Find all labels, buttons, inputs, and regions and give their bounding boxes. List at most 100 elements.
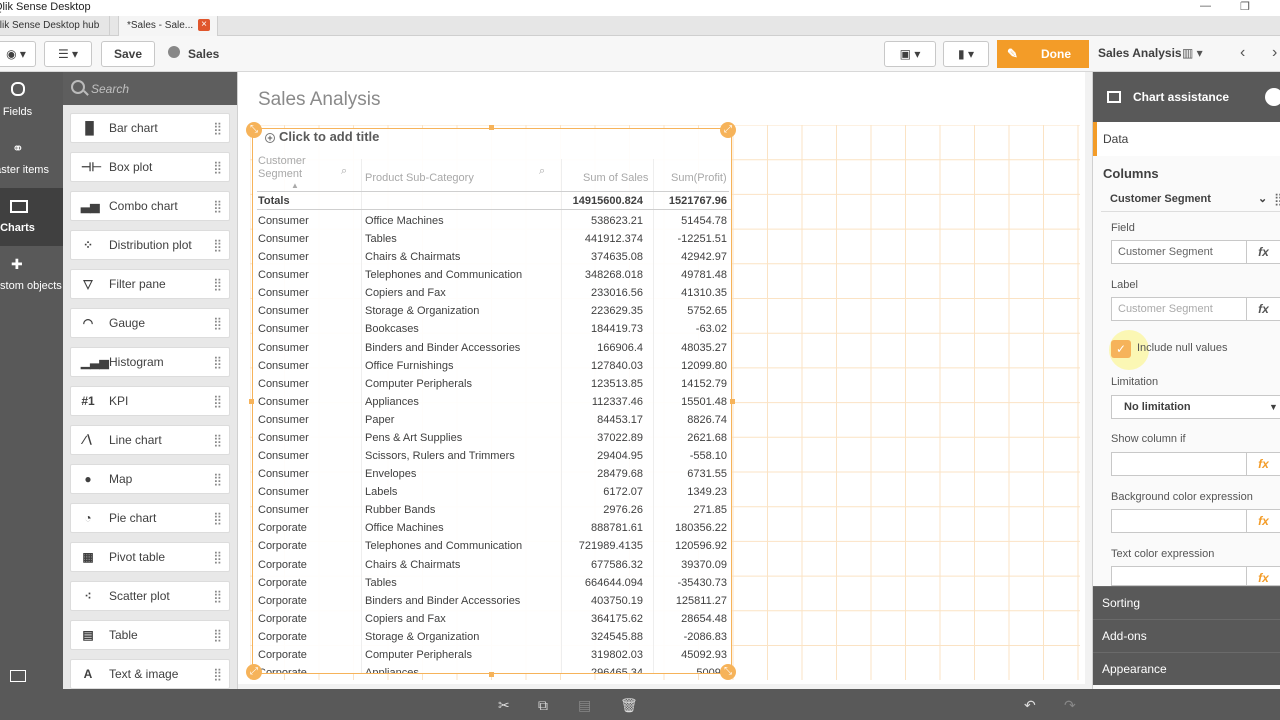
cell-segment[interactable]: Consumer (258, 375, 309, 393)
cell-subcategory[interactable]: Storage & Organization (365, 302, 479, 320)
resize-handle-bottom-left[interactable]: ⤢ (246, 664, 262, 680)
drag-handle-icon[interactable]: ⣿ (213, 270, 222, 298)
cell-segment[interactable]: Consumer (258, 339, 309, 357)
table-row[interactable]: Consumer Labels 6172.07 1349.23 (257, 483, 731, 501)
drag-handle-icon[interactable]: ⣿ (213, 153, 222, 181)
table-row[interactable]: Corporate Tables 664644.094 -35430.73 (257, 574, 731, 592)
cell-subcategory[interactable]: Computer Peripherals (365, 375, 472, 393)
table-row[interactable]: Consumer Rubber Bands 2976.26 271.85 (257, 501, 731, 519)
resize-handle-top[interactable] (489, 125, 494, 130)
cell-subcategory[interactable]: Tables (365, 230, 397, 248)
present-menu-button[interactable]: ▣ ▾ (884, 41, 936, 67)
chart-item-scatter-plot[interactable]: ⁖ Scatter plot ⣿ (70, 581, 230, 611)
drag-handle-icon[interactable]: ⣿ (213, 543, 222, 571)
sheet-name[interactable]: Sales Analysis (1098, 46, 1182, 60)
cell-segment[interactable]: Corporate (258, 574, 307, 592)
global-menu-button[interactable]: ◉ ▾ (0, 41, 36, 67)
background-color-expression-button[interactable]: fx (1247, 509, 1280, 533)
rail-custom-objects[interactable]: ✚ Custom objects (0, 246, 63, 304)
sheet-title[interactable]: Sales Analysis (258, 89, 381, 111)
chart-item-kpi[interactable]: #1 KPI ⣿ (70, 386, 230, 416)
chevron-down-icon[interactable]: ⌄ (1258, 188, 1267, 210)
table-row[interactable]: Corporate Office Machines 888781.61 180356.… (257, 519, 731, 537)
table-row[interactable]: Consumer Paper 84453.17 8826.74 (257, 411, 731, 429)
rail-charts[interactable]: Charts (0, 188, 63, 246)
resize-handle-bottom[interactable] (489, 672, 494, 677)
cell-segment[interactable]: Consumer (258, 483, 309, 501)
table-row[interactable]: Consumer Envelopes 28479.68 6731.55 (257, 465, 731, 483)
cell-segment[interactable]: Corporate (258, 628, 307, 646)
cell-subcategory[interactable]: Chairs & Chairmats (365, 248, 460, 266)
show-column-input[interactable] (1111, 452, 1247, 476)
table-row[interactable]: Corporate Storage & Organization 324545.88… (257, 628, 731, 646)
cell-subcategory[interactable]: Chairs & Chairmats (365, 556, 460, 574)
cell-segment[interactable]: Corporate (258, 610, 307, 628)
field-expression-button[interactable]: fx (1247, 240, 1280, 264)
drag-handle-icon[interactable]: ⣿ (213, 504, 222, 532)
include-null-values-checkbox[interactable]: ✓ (1111, 340, 1131, 358)
table-row[interactable]: Consumer Scissors, Rulers and Trimmers 294… (257, 447, 731, 465)
resize-handle-left[interactable] (249, 399, 254, 404)
chart-item-combo-chart[interactable]: ▃▅ Combo chart ⣿ (70, 191, 230, 221)
header-sum-of-sales[interactable]: Sum of Sales (583, 172, 648, 185)
cell-subcategory[interactable]: Envelopes (365, 465, 416, 483)
dimension-header[interactable]: Customer Segment ⌄ (1101, 188, 1280, 212)
table-row[interactable]: Consumer Office Furnishings 127840.03 12099… (257, 357, 731, 375)
cell-segment[interactable]: Consumer (258, 302, 309, 320)
restore-button[interactable]: ❐ (1240, 0, 1250, 13)
tab-hub[interactable]: Qlik Sense Desktop hub (0, 16, 110, 36)
cell-segment[interactable]: Consumer (258, 266, 309, 284)
bookmark-menu-button[interactable]: ▮ ▾ (943, 41, 989, 67)
details-icon[interactable] (10, 670, 26, 682)
show-column-expression-button[interactable]: fx (1247, 452, 1280, 476)
chart-item-pivot-table[interactable]: ▦ Pivot table ⣿ (70, 542, 230, 572)
label-expression-button[interactable]: fx (1247, 297, 1280, 321)
chart-assistance-toggle[interactable] (1265, 88, 1280, 106)
rail-fields[interactable]: Fields (0, 72, 63, 130)
done-button[interactable]: ✎ Done (997, 40, 1089, 68)
drag-handle-icon[interactable]: ⣿ (213, 621, 222, 649)
cell-segment[interactable]: Consumer (258, 447, 309, 465)
table-row[interactable]: Consumer Copiers and Fax 233016.56 41310.35 (257, 284, 731, 302)
chart-item-histogram[interactable]: ▁▃▅ Histogram ⣿ (70, 347, 230, 377)
chart-item-map[interactable]: ● Map ⣿ (70, 464, 230, 494)
table-row[interactable]: Corporate Appliances 296465.34 50095 (257, 664, 731, 673)
label-input[interactable]: Customer Segment (1111, 297, 1247, 321)
cell-subcategory[interactable]: Rubber Bands (365, 501, 435, 519)
cell-segment[interactable]: Corporate (258, 537, 307, 555)
header-sum-profit[interactable]: Sum(Profit) (671, 172, 727, 185)
cell-subcategory[interactable]: Copiers and Fax (365, 284, 446, 302)
cell-subcategory[interactable]: Office Machines (365, 212, 444, 230)
cell-segment[interactable]: Consumer (258, 248, 309, 266)
cell-segment[interactable]: Consumer (258, 320, 309, 338)
table-row[interactable]: Consumer Bookcases 184419.73 -63.02 (257, 320, 731, 338)
text-color-input[interactable] (1111, 566, 1247, 586)
next-sheet-icon[interactable]: › (1272, 44, 1277, 62)
text-color-expression-button[interactable]: fx (1247, 566, 1280, 586)
copy-icon[interactable]: ⧉ (538, 697, 548, 714)
table-row[interactable]: Consumer Tables 441912.374 -12251.51 (257, 230, 731, 248)
cell-segment[interactable]: Consumer (258, 284, 309, 302)
chart-item-bar-chart[interactable]: ▐▌ Bar chart ⣿ (70, 113, 230, 143)
cell-subcategory[interactable]: Tables (365, 574, 397, 592)
cell-segment[interactable]: Corporate (258, 556, 307, 574)
search-column-icon[interactable]: ⌕ (539, 165, 545, 178)
undo-icon[interactable]: ↶ (1024, 697, 1036, 714)
cell-subcategory[interactable]: Pens & Art Supplies (365, 429, 462, 447)
field-input[interactable]: Customer Segment (1111, 240, 1247, 264)
table-row[interactable]: Consumer Chairs & Chairmats 374635.08 42942… (257, 248, 731, 266)
cell-subcategory[interactable]: Labels (365, 483, 397, 501)
properties-tab-data[interactable]: Data (1093, 122, 1280, 156)
table-row[interactable]: Corporate Chairs & Chairmats 677586.32 3937… (257, 556, 731, 574)
drag-handle-icon[interactable]: ⣿ (213, 348, 222, 376)
cell-subcategory[interactable]: Appliances (365, 393, 419, 411)
drag-handle-icon[interactable]: ⣿ (213, 465, 222, 493)
cell-subcategory[interactable]: Telephones and Communication (365, 266, 522, 284)
drag-handle-icon[interactable]: ⣿ (213, 192, 222, 220)
background-color-input[interactable] (1111, 509, 1247, 533)
cell-subcategory[interactable]: Scissors, Rulers and Trimmers (365, 447, 515, 465)
resize-handle-top-right[interactable]: ⤢ (720, 122, 736, 138)
drag-handle-icon[interactable]: ⣿ (213, 426, 222, 454)
cell-segment[interactable]: Consumer (258, 429, 309, 447)
chart-item-filter-pane[interactable]: ▽ Filter pane ⣿ (70, 269, 230, 299)
